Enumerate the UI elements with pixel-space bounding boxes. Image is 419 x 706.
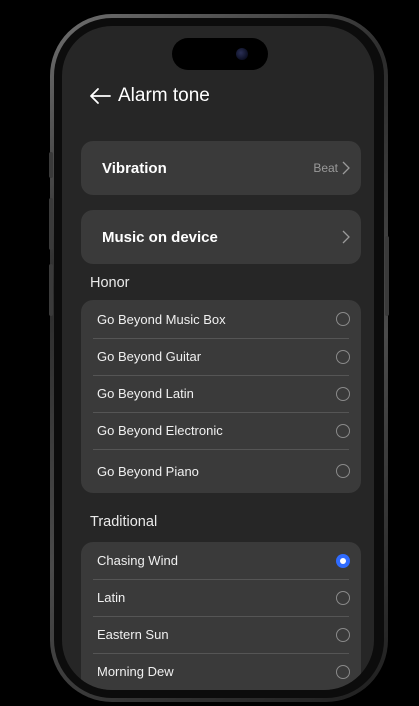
radio-button[interactable]	[336, 464, 350, 478]
chevron-right-icon	[342, 230, 350, 244]
radio-button[interactable]	[336, 312, 350, 326]
tone-label: Chasing Wind	[97, 553, 178, 568]
tone-label: Go Beyond Piano	[97, 463, 199, 479]
tone-label: Go Beyond Guitar	[97, 349, 202, 364]
tone-label: Go Beyond Electronic	[97, 423, 223, 438]
list-item[interactable]: Morning Dew	[81, 653, 361, 690]
tone-label: Eastern Sun	[97, 627, 169, 642]
front-camera	[236, 48, 248, 60]
tone-label: Morning Dew	[97, 664, 174, 679]
honor-tone-list: Go Beyond Music Box Go Beyond Guitar Go …	[81, 300, 361, 493]
volume-up-button	[49, 198, 53, 250]
vibration-setting[interactable]: Vibration Beat	[81, 141, 361, 195]
list-item[interactable]: Go Beyond Latin	[81, 375, 361, 412]
list-item[interactable]: Go Beyond Electronic	[81, 412, 361, 449]
radio-button[interactable]	[336, 590, 350, 605]
radio-button[interactable]	[336, 423, 350, 438]
phone-screen: Alarm tone Vibration Beat Music on devic…	[62, 26, 374, 690]
action-button	[49, 152, 53, 178]
back-arrow-icon[interactable]	[88, 86, 112, 106]
radio-button[interactable]	[336, 386, 350, 401]
list-item[interactable]: Eastern Sun	[81, 616, 361, 653]
dynamic-island	[172, 38, 268, 70]
section-title-traditional: Traditional	[90, 514, 158, 530]
music-on-device-label: Music on device	[102, 228, 218, 246]
list-item[interactable]: Go Beyond Guitar	[81, 338, 361, 375]
tone-label: Go Beyond Latin	[97, 386, 194, 401]
list-item[interactable]: Chasing Wind	[81, 542, 361, 579]
tone-label: Latin	[97, 590, 126, 605]
volume-down-button	[49, 264, 53, 316]
power-button	[385, 236, 389, 316]
radio-button-selected[interactable]	[336, 553, 350, 568]
list-item[interactable]: Go Beyond Music Box	[81, 300, 361, 338]
radio-button[interactable]	[336, 627, 350, 642]
section-title-honor: Honor	[90, 275, 130, 291]
tone-label: Go Beyond Music Box	[97, 311, 226, 327]
radio-button[interactable]	[336, 349, 350, 364]
vibration-label: Vibration	[102, 159, 167, 177]
page-title: Alarm tone	[118, 85, 210, 106]
page-header: Alarm tone	[88, 82, 210, 110]
music-on-device-setting[interactable]: Music on device	[81, 210, 361, 264]
list-item[interactable]: Latin	[81, 579, 361, 616]
traditional-tone-list: Chasing Wind Latin Eastern Sun Morning D…	[81, 542, 361, 690]
list-item[interactable]: Go Beyond Piano	[81, 449, 361, 493]
vibration-value: Beat	[313, 161, 338, 175]
chevron-right-icon	[342, 161, 350, 175]
radio-button[interactable]	[336, 664, 350, 679]
